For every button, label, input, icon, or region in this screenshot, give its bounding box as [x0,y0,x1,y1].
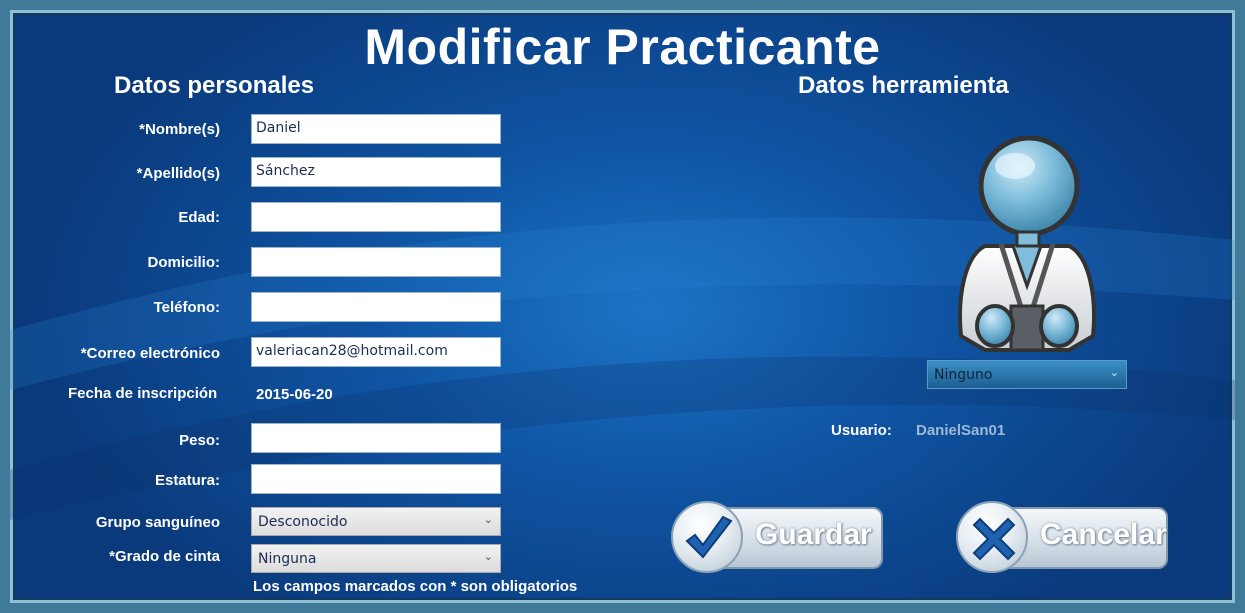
karate-person-icon [958,136,1096,352]
estatura-label: Estatura: [154,472,220,489]
tool-select[interactable]: Ninguno ⌄ [927,360,1127,389]
guardar-button[interactable]: Guardar [671,501,885,573]
telefono-label: Teléfono: [153,299,220,316]
usuario-label: Usuario: [831,422,892,439]
domicilio-label: Domicilio: [147,254,220,271]
personal-data-heading: Datos personales [114,72,315,99]
fecha-value: 2015-06-20 [256,386,333,403]
required-fields-note: Los campos marcados con * son obligatori… [253,578,578,595]
nombre-input[interactable]: Daniel [251,114,501,144]
cancelar-button[interactable]: Cancelar [956,501,1170,573]
estatura-input[interactable] [251,464,501,494]
edad-label: Edad: [178,209,220,226]
grupo-label: Grupo sanguíneo [95,514,220,531]
cancelar-button-label: Cancelar [1040,518,1167,551]
chevron-down-icon: ⌄ [1109,366,1119,379]
guardar-icon-disc [671,501,743,573]
fecha-label: Fecha de inscripción [68,385,218,402]
nombre-label: *Nombre(s) [139,121,220,138]
guardar-button-label: Guardar [755,518,872,551]
cancelar-icon-disc [956,501,1028,573]
correo-label: *Correo electrónico [80,345,220,362]
domicilio-input[interactable] [251,247,501,277]
chevron-down-icon: ⌄ [483,513,493,526]
apellido-input[interactable]: Sánchez [251,157,501,187]
correo-input[interactable]: valeriacan28@hotmail.com [251,337,501,367]
grupo-selected: Desconocido [258,514,348,530]
peso-label: Peso: [179,432,220,449]
apellido-label: *Apellido(s) [136,165,220,182]
grupo-select[interactable]: Desconocido ⌄ [251,507,501,536]
peso-input[interactable] [251,423,501,453]
edad-input[interactable] [251,202,501,232]
chevron-down-icon: ⌄ [483,550,493,563]
usuario-value: DanielSan01 [916,422,1006,439]
grado-label: *Grado de cinta [109,548,220,565]
checkmark-icon [685,515,733,559]
grado-selected: Ninguna [258,551,317,567]
x-icon [972,517,1016,561]
tool-data-heading: Datos herramienta [798,72,1009,99]
page-title: Modificar Practicante [364,19,881,75]
telefono-input[interactable] [251,292,501,322]
tool-selected: Ninguno [934,367,993,383]
grado-select[interactable]: Ninguna ⌄ [251,544,501,573]
